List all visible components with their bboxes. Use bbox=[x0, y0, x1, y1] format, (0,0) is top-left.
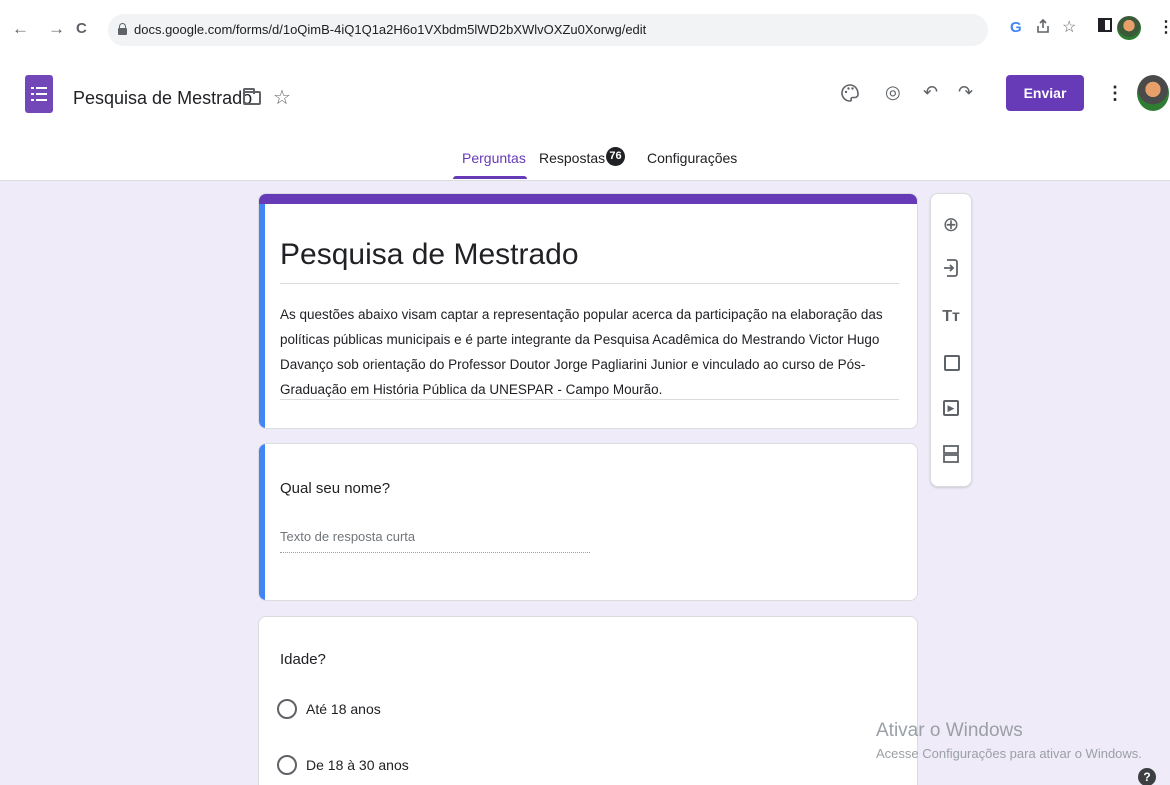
reload-icon[interactable]: C bbox=[76, 19, 87, 39]
import-questions-icon[interactable] bbox=[931, 259, 971, 282]
selected-indicator bbox=[259, 444, 265, 600]
radio-button-icon[interactable] bbox=[277, 699, 297, 719]
add-image-icon[interactable] bbox=[944, 355, 960, 371]
short-answer-placeholder: Texto de resposta curta bbox=[280, 529, 416, 544]
tab-responses[interactable]: Respostas bbox=[539, 150, 605, 166]
undo-icon[interactable]: ↶ bbox=[923, 82, 938, 102]
watermark-subtitle: Acesse Configurações para ativar o Windo… bbox=[876, 746, 1142, 761]
add-title-icon[interactable]: Tт bbox=[931, 306, 971, 328]
tab-questions[interactable]: Perguntas bbox=[462, 150, 526, 166]
add-video-icon[interactable]: ▶ bbox=[931, 398, 971, 420]
option-label: Até 18 anos bbox=[306, 701, 381, 717]
theme-color-bar bbox=[259, 194, 917, 204]
form-title-card[interactable]: Pesquisa de Mestrado As questões abaixo … bbox=[258, 193, 918, 429]
send-button[interactable]: Enviar bbox=[1006, 75, 1084, 111]
add-question-icon[interactable]: ⊕ bbox=[931, 214, 971, 236]
star-icon[interactable]: ☆ bbox=[273, 88, 291, 108]
menu-kebab-icon[interactable]: ⋮ bbox=[1158, 18, 1170, 38]
forward-icon[interactable]: → bbox=[48, 19, 65, 39]
floating-toolbar: ⊕ Tт ▶ bbox=[930, 193, 972, 487]
url-text[interactable]: docs.google.com/forms/d/1oQimB-4iQ1Q1a2H… bbox=[134, 22, 646, 37]
palette-icon[interactable] bbox=[840, 83, 860, 107]
title-divider bbox=[280, 283, 899, 284]
bookmark-star-icon[interactable]: ☆ bbox=[1062, 18, 1076, 38]
active-tab-indicator bbox=[453, 176, 527, 179]
address-bar[interactable]: docs.google.com/forms/d/1oQimB-4iQ1Q1a2H… bbox=[108, 14, 988, 46]
responses-count-badge: 76 bbox=[606, 147, 625, 166]
option-label: De 18 à 30 anos bbox=[306, 757, 409, 773]
question-title[interactable]: Idade? bbox=[280, 651, 326, 668]
question-card-age[interactable]: Idade? Até 18 anos De 18 à 30 anos bbox=[258, 616, 918, 785]
form-description[interactable]: As questões abaixo visam captar a repres… bbox=[280, 302, 905, 402]
lock-icon[interactable] bbox=[118, 23, 127, 35]
forms-header: Pesquisa de Mestrado ☆ ◎ ↶ ↷ Enviar ⋮ Pe… bbox=[0, 58, 1170, 181]
watermark-title: Ativar o Windows bbox=[876, 720, 1023, 741]
browser-toolbar: ← → C docs.google.com/forms/d/1oQimB-4iQ… bbox=[0, 0, 1170, 58]
redo-icon[interactable]: ↷ bbox=[958, 82, 973, 102]
side-panel-icon[interactable] bbox=[1098, 18, 1112, 38]
short-answer-line bbox=[280, 552, 590, 553]
form-title[interactable]: Pesquisa de Mestrado bbox=[280, 238, 579, 272]
tab-bar: Perguntas Respostas 76 Configurações bbox=[0, 146, 1170, 181]
preview-eye-icon[interactable]: ◎ bbox=[885, 82, 901, 102]
more-options-icon[interactable]: ⋮ bbox=[1106, 83, 1124, 103]
question-card-name[interactable]: Qual seu nome? Texto de resposta curta bbox=[258, 443, 918, 601]
radio-button-icon[interactable] bbox=[277, 755, 297, 775]
selected-indicator bbox=[259, 204, 265, 428]
add-section-icon[interactable] bbox=[931, 444, 971, 469]
document-title[interactable]: Pesquisa de Mestrado bbox=[73, 88, 252, 109]
google-g-icon[interactable]: G bbox=[1010, 18, 1022, 38]
tab-settings[interactable]: Configurações bbox=[647, 150, 737, 166]
windows-activation-watermark: Ativar o Windows Acesse Configurações pa… bbox=[876, 720, 1142, 761]
help-icon[interactable]: ? bbox=[1138, 768, 1156, 785]
account-avatar-icon[interactable] bbox=[1137, 75, 1169, 111]
description-divider bbox=[280, 399, 899, 400]
back-icon[interactable]: ← bbox=[12, 19, 29, 39]
google-forms-logo-icon[interactable] bbox=[25, 75, 53, 113]
profile-avatar-icon[interactable] bbox=[1117, 16, 1141, 40]
folder-icon[interactable] bbox=[243, 88, 261, 105]
share-icon[interactable] bbox=[1035, 18, 1051, 40]
question-title[interactable]: Qual seu nome? bbox=[280, 480, 390, 497]
